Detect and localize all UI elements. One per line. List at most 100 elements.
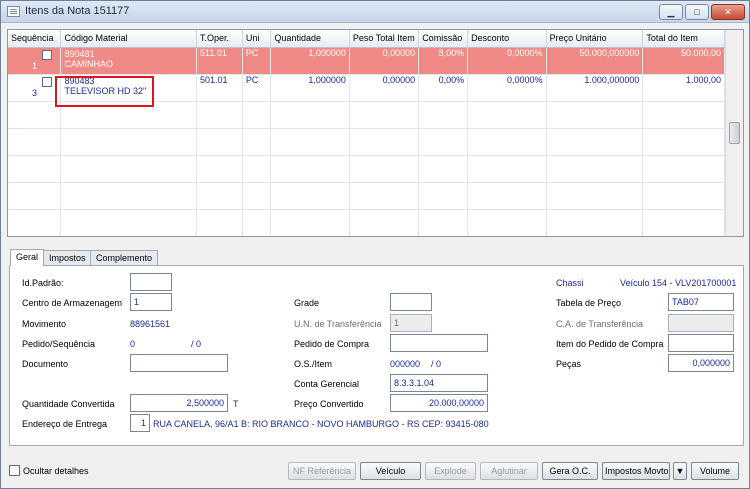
document-list-icon: [7, 6, 20, 17]
chassi-label: Chassi: [556, 278, 584, 288]
veiculo-button[interactable]: Veículo: [360, 462, 421, 480]
cell-comissao: 0,00%: [418, 74, 469, 102]
cell-uni: PC: [242, 47, 272, 75]
col-total-item[interactable]: Total do Item: [642, 30, 725, 48]
id-padrao-label: Id.Padrão:: [22, 278, 64, 288]
col-quantidade[interactable]: Quantidade: [270, 30, 350, 48]
col-peso-total-item[interactable]: Peso Total Item: [349, 30, 420, 48]
centro-armazenagem-input[interactable]: 1: [130, 293, 172, 311]
items-grid[interactable]: Sequência Código Material T.Oper. Uni Qu…: [7, 29, 744, 237]
cell-codigo-material: 890483 TELEVISOR HD 32": [60, 74, 198, 102]
ocultar-detalhes-label: Ocultar detalhes: [23, 466, 89, 476]
endereco-entrega-label: Endereço de Entrega: [22, 419, 108, 429]
grade-label: Grade: [294, 298, 320, 308]
chassi-value: Veículo 154 - VLV201700001: [620, 278, 737, 288]
minimize-button[interactable]: ▁: [659, 4, 683, 20]
window-title: Itens da Nota 151177: [25, 5, 130, 17]
empty-row: [8, 128, 725, 156]
cell-peso: 0,00000: [349, 74, 420, 102]
preco-convertido-input[interactable]: 20.000,00000: [390, 394, 488, 412]
tabela-preco-label: Tabela de Preço: [556, 298, 622, 308]
tab-geral[interactable]: Geral: [10, 249, 45, 266]
pecas-label: Peças: [556, 359, 582, 369]
cell-comissao: 8,00%: [418, 47, 469, 75]
pecas-input[interactable]: 0,000000: [668, 354, 734, 372]
centro-armazenagem-label: Centro de Armazenagem: [22, 298, 123, 308]
cell-desconto: 0,0000%: [467, 74, 547, 102]
ocultar-detalhes[interactable]: Ocultar detalhes: [9, 465, 89, 476]
quantidade-convertida-input[interactable]: 2,500000: [130, 394, 228, 412]
sequencia-value: / 0: [191, 339, 202, 349]
tab-complemento[interactable]: Complemento: [90, 250, 159, 266]
nf-referencia-button[interactable]: NF Referência: [288, 462, 356, 480]
ocultar-detalhes-checkbox[interactable]: [9, 465, 20, 476]
pedido-sequencia-label: Pedido/Sequência: [22, 339, 96, 349]
close-button[interactable]: ✕: [711, 4, 745, 20]
movimento-label: Movimento: [22, 319, 67, 329]
material-desc: CAMINHAO: [64, 58, 113, 69]
col-toper[interactable]: T.Oper.: [196, 30, 243, 48]
id-padrao-input[interactable]: [130, 273, 172, 291]
col-codigo-material[interactable]: Código Material: [60, 30, 198, 48]
cell-sequencia: 3: [8, 74, 62, 102]
cell-total: 50.000,00: [642, 47, 725, 75]
quantidade-convertida-label: Quantidade Convertida: [22, 399, 115, 409]
un-transferencia-label: U.N. de Transferência: [294, 319, 382, 329]
grade-input[interactable]: [390, 293, 432, 311]
pedido-compra-input[interactable]: [390, 334, 488, 352]
empty-row: [8, 209, 725, 236]
cell-toper: 511.01: [196, 47, 243, 75]
conta-gerencial-input[interactable]: 8.3.3.1.04: [390, 374, 488, 392]
explode-button[interactable]: Explode: [425, 462, 476, 480]
title-bar: Itens da Nota 151177 ▁ □ ✕: [1, 1, 749, 23]
impostos-movto-button[interactable]: Impostos Movto: [602, 462, 670, 480]
seq-number: 1: [32, 60, 38, 71]
vertical-scrollbar[interactable]: [725, 30, 743, 236]
table-row[interactable]: 1 890481 CAMINHAO 511.01 PC 1,000000 0,0…: [8, 47, 725, 75]
item-pedido-compra-input[interactable]: [668, 334, 734, 352]
maximize-button[interactable]: □: [685, 4, 709, 20]
empty-row: [8, 101, 725, 129]
cell-quantidade: 1,000000: [270, 74, 350, 102]
documento-label: Documento: [22, 359, 69, 369]
seq-number: 3: [32, 87, 38, 98]
empty-row: [8, 155, 725, 183]
cell-uni: PC: [242, 74, 272, 102]
tabela-preco-input[interactable]: TAB07: [668, 293, 734, 311]
col-comissao[interactable]: Comissão: [418, 30, 469, 48]
col-desconto[interactable]: Desconto: [467, 30, 547, 48]
cell-peso: 0,00000: [349, 47, 420, 75]
gera-oc-button[interactable]: Gera O.C.: [542, 462, 598, 480]
table-row[interactable]: 3 890483 TELEVISOR HD 32" 501.01 PC 1,00…: [8, 74, 725, 102]
documento-input[interactable]: [130, 354, 228, 372]
item-pedido-compra-label: Item do Pedido de Compra: [556, 339, 664, 349]
quantidade-convertida-unit: T: [233, 399, 239, 409]
col-preco-unitario[interactable]: Preço Unitário: [546, 30, 644, 48]
row-checkbox[interactable]: [42, 49, 52, 60]
endereco-entrega-number[interactable]: 1: [130, 414, 150, 432]
aglutinar-button[interactable]: Aglutinar: [480, 462, 538, 480]
os-value: 000000: [390, 359, 421, 369]
preco-convertido-label: Preço Convertido: [294, 399, 364, 409]
movimento-value: 88961561: [130, 319, 171, 329]
tab-impostos[interactable]: Impostos: [43, 250, 92, 266]
material-desc: TELEVISOR HD 32": [64, 85, 147, 96]
row-checkbox[interactable]: [42, 76, 52, 87]
material-code: 890483: [64, 75, 95, 86]
cell-total: 1.000,00: [642, 74, 725, 102]
cell-desconto: 0,0000%: [467, 47, 547, 75]
material-code: 890481: [64, 48, 95, 59]
geral-panel: Id.Padrão: Centro de Armazenagem 1 Movim…: [9, 265, 744, 446]
col-sequencia[interactable]: Sequência: [8, 30, 62, 48]
cell-codigo-material: 890481 CAMINHAO: [60, 47, 198, 75]
endereco-entrega-value: RUA CANELA, 96/A1 B: RIO BRANCO - NOVO H…: [153, 419, 489, 429]
chevron-down-icon[interactable]: ▼: [673, 462, 687, 480]
empty-row: [8, 182, 725, 210]
volume-button[interactable]: Volume: [691, 462, 739, 480]
cell-preco: 1.000,000000: [546, 74, 644, 102]
cell-sequencia: 1: [8, 47, 62, 75]
os-item-label: O.S./Item: [294, 359, 333, 369]
col-uni[interactable]: Uni: [242, 30, 272, 48]
scrollbar-thumb[interactable]: [729, 122, 740, 144]
cell-quantidade: 1,000000: [270, 47, 350, 75]
